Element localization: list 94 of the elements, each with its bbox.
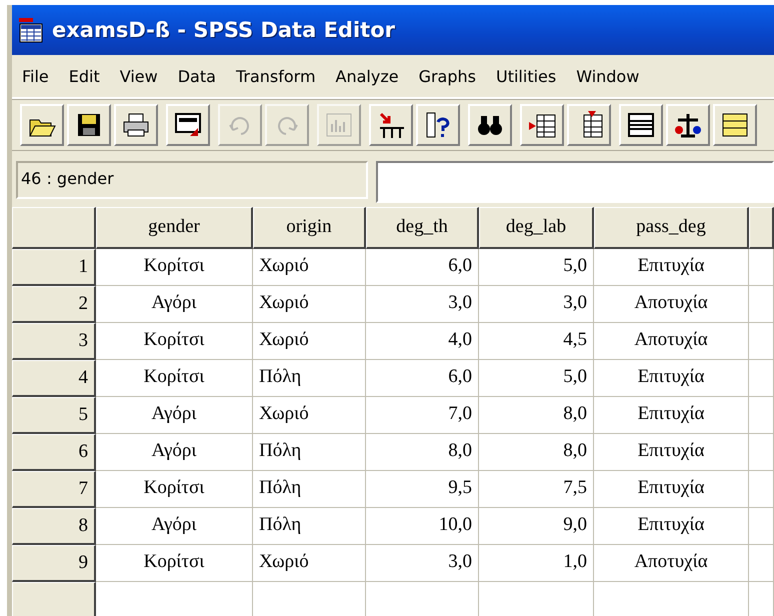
- menu-item[interactable]: Transform: [226, 66, 326, 86]
- table-cell: Επιτυχία: [594, 434, 749, 471]
- table-cell: 4,5: [479, 323, 594, 360]
- table-cell: 6,0: [366, 360, 479, 397]
- table-cell: Αγόρι: [96, 508, 253, 545]
- row-header[interactable]: 6: [12, 434, 96, 471]
- row-header[interactable]: [12, 582, 96, 616]
- table-cell: 3,0: [366, 286, 479, 323]
- table-cell: Επιτυχία: [594, 508, 749, 545]
- save-button[interactable]: [67, 104, 111, 146]
- table-cell: 8,0: [479, 397, 594, 434]
- table-cell: Αποτυχία: [594, 286, 749, 323]
- row-header[interactable]: 3: [12, 323, 96, 360]
- select-button[interactable]: [713, 104, 757, 146]
- table-cell: Αγόρι: [96, 397, 253, 434]
- menu-item[interactable]: Graphs: [408, 66, 486, 86]
- table-cell: 7,5: [479, 471, 594, 508]
- table-cell: Χωριό: [253, 286, 366, 323]
- goto-button[interactable]: [369, 104, 413, 146]
- row-header[interactable]: 4: [12, 360, 96, 397]
- column-header[interactable]: origin: [253, 207, 366, 249]
- row-header[interactable]: 5: [12, 397, 96, 434]
- variables-button[interactable]: [416, 104, 460, 146]
- row-header[interactable]: 7: [12, 471, 96, 508]
- table-cell: 5,0: [479, 360, 594, 397]
- table-cell: [749, 434, 774, 471]
- table-cell: Πόλη: [253, 471, 366, 508]
- spreadsheet-icon: [18, 17, 44, 43]
- weight-button[interactable]: [666, 104, 710, 146]
- table-cell: Πόλη: [253, 360, 366, 397]
- table-cell: [749, 249, 774, 286]
- table-cell: 10,0: [366, 508, 479, 545]
- table-cell: Κορίτσι: [96, 360, 253, 397]
- table-cell: 9,5: [366, 471, 479, 508]
- table-cell: Χωριό: [253, 545, 366, 582]
- table-cell: Πόλη: [253, 508, 366, 545]
- table-cell: Αγόρι: [96, 434, 253, 471]
- table-cell: Χωριό: [253, 249, 366, 286]
- table-cell: Επιτυχία: [594, 249, 749, 286]
- table-cell: 5,0: [479, 249, 594, 286]
- column-header[interactable]: [749, 207, 774, 249]
- table-cell: Αποτυχία: [594, 323, 749, 360]
- table-cell: 9,0: [479, 508, 594, 545]
- table-cell: Χωριό: [253, 323, 366, 360]
- split-button[interactable]: [619, 104, 663, 146]
- column-header[interactable]: deg_lab: [479, 207, 594, 249]
- table-cell: Κορίτσι: [96, 545, 253, 582]
- table-cell: [749, 508, 774, 545]
- table-cell: 7,0: [366, 397, 479, 434]
- window-title: examsD-ß - SPSS Data Editor: [52, 18, 395, 42]
- table-cell: Κορίτσι: [96, 471, 253, 508]
- menu-item[interactable]: Analyze: [326, 66, 409, 86]
- table-cell: [749, 397, 774, 434]
- dialog-button[interactable]: [166, 104, 210, 146]
- table-icon: [626, 110, 656, 140]
- row-header[interactable]: 9: [12, 545, 96, 582]
- table-cell: Επιτυχία: [594, 471, 749, 508]
- menu-item[interactable]: Data: [168, 66, 226, 86]
- menu-item[interactable]: Window: [566, 66, 650, 86]
- table-cell: 8,0: [479, 434, 594, 471]
- open-button[interactable]: [20, 104, 64, 146]
- table-cell: 8,0: [366, 434, 479, 471]
- table-cell: [749, 323, 774, 360]
- table-cell: Κορίτσι: [96, 323, 253, 360]
- row-header[interactable]: 1: [12, 249, 96, 286]
- table-cell: [749, 471, 774, 508]
- column-header[interactable]: pass_deg: [594, 207, 749, 249]
- menu-item[interactable]: File: [12, 66, 59, 86]
- row-header[interactable]: 8: [12, 508, 96, 545]
- table-cell: Κορίτσι: [96, 249, 253, 286]
- table-cell: 3,0: [366, 545, 479, 582]
- table-cell: Χωριό: [253, 397, 366, 434]
- cell-reference: 46 : gender: [16, 161, 368, 199]
- table-cell: [749, 360, 774, 397]
- table-cell: Επιτυχία: [594, 360, 749, 397]
- table-cell: Αγόρι: [96, 286, 253, 323]
- print-button[interactable]: [114, 104, 158, 146]
- table-cell: 4,0: [366, 323, 479, 360]
- table-cell: Αποτυχία: [594, 545, 749, 582]
- cell-value-field[interactable]: [376, 161, 774, 203]
- menu-item[interactable]: Utilities: [486, 66, 566, 86]
- column-header[interactable]: deg_th: [366, 207, 479, 249]
- menu-item[interactable]: View: [110, 66, 168, 86]
- table-cell: Επιτυχία: [594, 397, 749, 434]
- table-cell: 3,0: [479, 286, 594, 323]
- table-cell: [749, 286, 774, 323]
- table-cell: Πόλη: [253, 434, 366, 471]
- table-cell: [749, 545, 774, 582]
- table-cell: 1,0: [479, 545, 594, 582]
- row-header[interactable]: 2: [12, 286, 96, 323]
- find-button[interactable]: [468, 104, 512, 146]
- table-cell: 6,0: [366, 249, 479, 286]
- column-header[interactable]: gender: [96, 207, 253, 249]
- menu-item[interactable]: Edit: [58, 66, 110, 86]
